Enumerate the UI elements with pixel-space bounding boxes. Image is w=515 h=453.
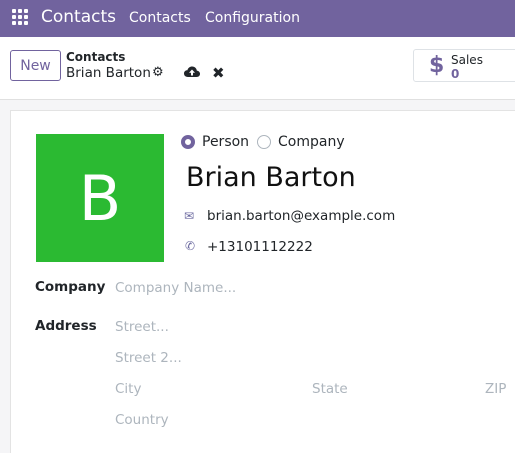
sales-smart-button[interactable]: $ Sales 0 xyxy=(413,49,515,82)
cloud-upload-icon[interactable] xyxy=(184,65,200,79)
radio-person[interactable] xyxy=(181,135,195,149)
company-label: Company xyxy=(35,279,106,295)
radio-person-label[interactable]: Person xyxy=(202,134,249,150)
smart-button-label: Sales xyxy=(451,53,483,67)
company-input[interactable]: Company Name... xyxy=(115,280,236,296)
avatar-letter: B xyxy=(78,161,122,235)
breadcrumb-current: Brian Barton xyxy=(66,65,151,81)
contact-name-field[interactable]: Brian Barton xyxy=(186,162,356,193)
breadcrumb-parent[interactable]: Contacts xyxy=(66,50,125,64)
apps-menu-icon[interactable] xyxy=(12,9,30,27)
avatar[interactable]: B xyxy=(36,134,164,262)
phone-icon: ✆ xyxy=(185,239,196,253)
top-navbar: Contacts Contacts Configuration xyxy=(0,0,515,37)
city-input[interactable]: City xyxy=(115,381,141,397)
phone-field[interactable]: +13101112222 xyxy=(207,239,313,255)
email-field[interactable]: brian.barton@example.com xyxy=(207,208,395,224)
zip-input[interactable]: ZIP xyxy=(485,381,506,397)
state-input[interactable]: State xyxy=(312,381,348,397)
gear-icon[interactable]: ⚙ xyxy=(152,65,164,80)
envelope-icon: ✉ xyxy=(184,209,195,223)
radio-company-label[interactable]: Company xyxy=(278,134,345,150)
smart-button-value: 0 xyxy=(451,67,460,81)
address-label: Address xyxy=(35,318,97,334)
dollar-icon: $ xyxy=(429,53,445,78)
new-button[interactable]: New xyxy=(10,50,61,81)
app-name[interactable]: Contacts xyxy=(41,7,116,27)
radio-company[interactable] xyxy=(257,135,271,149)
country-input[interactable]: Country xyxy=(115,412,169,428)
street2-input[interactable]: Street 2... xyxy=(115,350,182,366)
discard-icon[interactable]: ✖ xyxy=(212,64,225,82)
street-input[interactable]: Street... xyxy=(115,319,169,335)
menu-configuration[interactable]: Configuration xyxy=(205,10,300,26)
control-panel: New Contacts Brian Barton ⚙ ✖ $ Sales 0 xyxy=(0,37,515,100)
menu-contacts[interactable]: Contacts xyxy=(129,10,191,26)
